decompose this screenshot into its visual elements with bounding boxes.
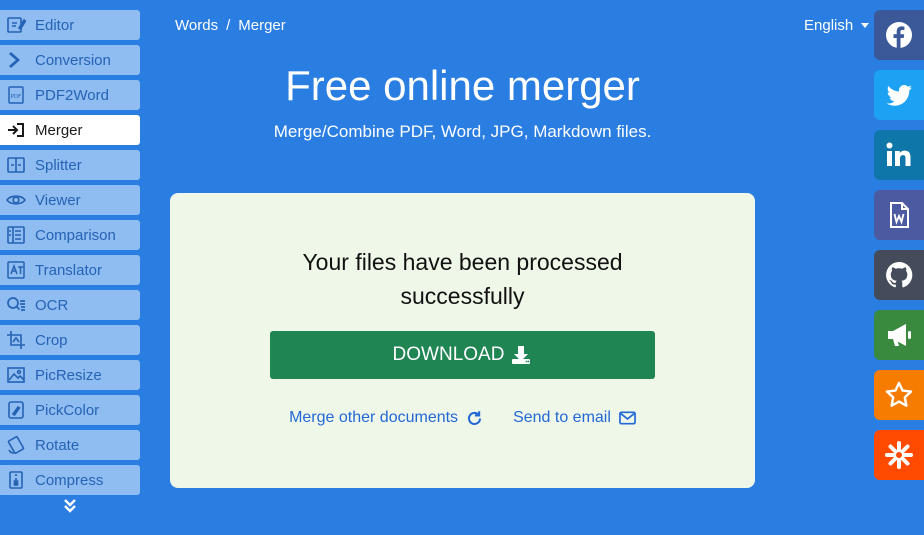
page-subtitle: Merge/Combine PDF, Word, JPG, Markdown f… <box>273 122 652 141</box>
eye-icon <box>3 189 29 211</box>
sidebar-item-label: Crop <box>35 331 68 349</box>
refresh-icon <box>468 410 482 425</box>
breadcrumb-link-words[interactable]: Words <box>175 17 218 34</box>
tool-sidebar: Editor Conversion PDF PDF2Word Merger Sp… <box>0 10 140 500</box>
chevron-right-icon <box>3 49 29 71</box>
megaphone-icon <box>888 324 911 346</box>
sidebar-item-crop[interactable]: Crop <box>0 325 140 355</box>
sidebar-item-label: Merger <box>35 121 83 139</box>
crop-icon <box>3 329 29 351</box>
facebook-icon <box>886 22 912 48</box>
twitter-share-button[interactable] <box>874 70 924 120</box>
merge-other-label: Merge other documents <box>289 409 459 426</box>
word-document-icon <box>890 202 909 228</box>
send-email-label: Send to email <box>513 409 611 426</box>
pdf-icon: PDF <box>3 84 29 106</box>
picture-icon <box>3 364 29 386</box>
edit-icon <box>3 14 29 36</box>
success-message-line1: Your files have been processed <box>302 249 623 275</box>
download-button[interactable]: DOWNLOAD <box>270 331 655 379</box>
ocr-icon <box>3 294 29 316</box>
social-share-bar <box>874 10 924 490</box>
sidebar-item-label: PDF2Word <box>35 86 109 104</box>
merge-other-link[interactable]: Merge other documents <box>289 409 483 427</box>
sidebar-item-pickcolor[interactable]: PickColor <box>0 395 140 425</box>
success-message: Your files have been processed successfu… <box>170 245 755 313</box>
sidebar-item-merger[interactable]: Merger <box>0 115 140 145</box>
sidebar-item-editor[interactable]: Editor <box>0 10 140 40</box>
compress-icon <box>3 469 29 491</box>
caret-down-icon <box>861 23 870 28</box>
sidebar-item-comparison[interactable]: Comparison <box>0 220 140 250</box>
double-chevron-down-icon[interactable] <box>60 496 80 516</box>
sidebar-item-label: Rotate <box>35 436 80 454</box>
sidebar-item-label: Viewer <box>35 191 81 209</box>
asterisk-icon <box>885 441 913 469</box>
language-label: English <box>804 17 854 34</box>
word-document-share-button[interactable] <box>874 190 924 240</box>
github-icon <box>886 261 913 288</box>
sidebar-item-label: Translator <box>35 261 102 279</box>
sidebar-item-label: Conversion <box>35 51 111 69</box>
sidebar-item-translator[interactable]: Translator <box>0 255 140 285</box>
sidebar-item-picresize[interactable]: PicResize <box>0 360 140 390</box>
translate-icon <box>3 259 29 281</box>
sidebar-item-splitter[interactable]: Splitter <box>0 150 140 180</box>
page-title: Free online merger <box>285 62 640 109</box>
color-picker-icon <box>3 399 29 421</box>
sidebar-item-rotate[interactable]: Rotate <box>0 430 140 460</box>
success-message-line2: successfully <box>400 283 525 309</box>
sidebar-item-ocr[interactable]: OCR <box>0 290 140 320</box>
merge-icon <box>3 119 29 141</box>
sidebar-item-viewer[interactable]: Viewer <box>0 185 140 215</box>
linkedin-icon <box>886 142 911 166</box>
sidebar-item-label: PickColor <box>35 401 100 419</box>
twitter-icon <box>886 85 912 106</box>
facebook-share-button[interactable] <box>874 10 924 60</box>
download-icon <box>512 346 531 364</box>
star-icon <box>885 381 913 407</box>
compare-icon <box>3 224 29 246</box>
breadcrumb-current: Merger <box>238 17 286 34</box>
zapier-button[interactable] <box>874 430 924 480</box>
language-selector[interactable]: English <box>804 17 870 34</box>
breadcrumb: Words / Merger <box>175 17 286 34</box>
linkedin-share-button[interactable] <box>874 130 924 180</box>
sidebar-item-label: Comparison <box>35 226 116 244</box>
announcement-button[interactable] <box>874 310 924 360</box>
split-icon <box>3 154 29 176</box>
download-label: DOWNLOAD <box>392 344 505 365</box>
sidebar-item-pdf2word[interactable]: PDF PDF2Word <box>0 80 140 110</box>
rotate-icon <box>3 434 29 456</box>
sidebar-item-label: Editor <box>35 16 75 34</box>
svg-text:PDF: PDF <box>11 94 22 100</box>
breadcrumb-separator: / <box>226 17 231 34</box>
sidebar-item-label: Compress <box>35 471 104 489</box>
favorite-button[interactable] <box>874 370 924 420</box>
envelope-icon <box>619 411 636 425</box>
sidebar-item-label: OCR <box>35 296 69 314</box>
result-actions: Merge other documents Send to email <box>170 409 755 427</box>
sidebar-item-label: PicResize <box>35 366 102 384</box>
sidebar-item-label: Splitter <box>35 156 82 174</box>
github-share-button[interactable] <box>874 250 924 300</box>
sidebar-item-conversion[interactable]: Conversion <box>0 45 140 75</box>
sidebar-item-compress[interactable]: Compress <box>0 465 140 495</box>
send-email-link[interactable]: Send to email <box>513 409 636 427</box>
result-card: Your files have been processed successfu… <box>170 193 755 488</box>
